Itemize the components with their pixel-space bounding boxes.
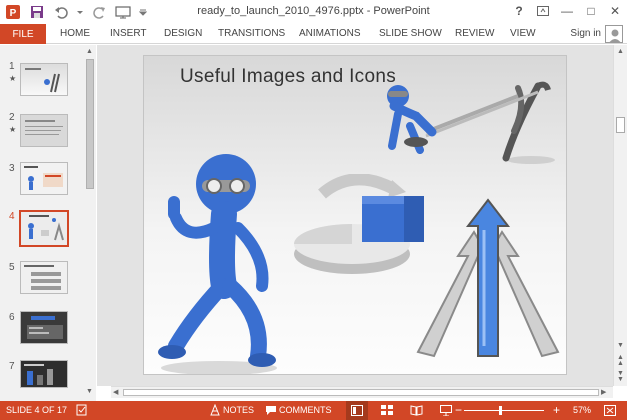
- minimize-button[interactable]: —: [555, 0, 579, 22]
- notes-icon[interactable]: [210, 404, 220, 416]
- zoom-level[interactable]: 57%: [573, 405, 591, 415]
- slide-title[interactable]: Useful Images and Icons: [180, 66, 396, 88]
- tab-file[interactable]: FILE: [0, 24, 46, 44]
- thumbnail-number: 6: [9, 312, 15, 323]
- tab-view[interactable]: VIEW: [510, 28, 536, 39]
- spelling-check-icon[interactable]: [76, 404, 88, 416]
- scroll-up-icon[interactable]: ▲: [617, 48, 624, 55]
- slide-thumbnail-3[interactable]: [20, 162, 68, 195]
- next-slide-icon[interactable]: ▼ ▼: [617, 370, 624, 383]
- animation-star-icon: ★: [9, 125, 17, 134]
- slide-thumbnail-4-selected[interactable]: [19, 210, 69, 247]
- thumbnail-number: 5: [9, 262, 15, 273]
- title-bar: P ready_to_launch_2010_4976.pptx - Power…: [0, 0, 627, 24]
- slide-thumbnail-1[interactable]: [20, 63, 68, 96]
- zoom-in-button[interactable]: +: [553, 403, 560, 417]
- slingshot-figure-icon[interactable]: [376, 76, 556, 166]
- slide-show-view-icon[interactable]: [440, 405, 452, 416]
- scroll-right-icon[interactable]: ▶: [601, 388, 606, 396]
- slide-editing-area: Useful Images and Icons: [97, 45, 613, 386]
- tab-insert[interactable]: INSERT: [110, 28, 147, 39]
- current-slide[interactable]: Useful Images and Icons: [143, 55, 567, 375]
- status-bar: SLIDE 4 OF 17 NOTES COMMENTS − + 57%: [0, 401, 627, 420]
- thumbnail-number: 2: [9, 112, 15, 123]
- thumbnail-number: 1: [9, 61, 15, 72]
- slide-thumbnail-2[interactable]: [20, 114, 68, 147]
- tab-animations[interactable]: ANIMATIONS: [299, 28, 360, 39]
- normal-view-icon: [351, 405, 363, 416]
- fit-slide-to-window-icon[interactable]: [604, 405, 616, 416]
- thumbnails-scroll-thumb[interactable]: [86, 59, 94, 189]
- slide-scroll-thumb[interactable]: [616, 117, 625, 133]
- restore-button[interactable]: □: [579, 0, 603, 22]
- help-button[interactable]: ?: [507, 0, 531, 22]
- slide-thumbnail-5[interactable]: [20, 261, 68, 294]
- notes-button[interactable]: NOTES: [223, 405, 254, 415]
- tab-design[interactable]: DESIGN: [164, 28, 202, 39]
- ribbon-tabs: FILE HOME INSERT DESIGN TRANSITIONS ANIM…: [0, 24, 627, 44]
- normal-view-button[interactable]: [346, 401, 368, 420]
- thumbs-up-figure-icon[interactable]: [154, 146, 284, 375]
- scroll-down-icon[interactable]: ▼: [86, 388, 93, 395]
- slide-counter: SLIDE 4 OF 17: [6, 405, 68, 415]
- tab-slide-show[interactable]: SLIDE SHOW: [379, 28, 442, 39]
- previous-slide-icon[interactable]: ▲ ▲: [617, 354, 624, 367]
- slide-thumbnail-7[interactable]: [20, 360, 68, 388]
- slide-sorter-icon[interactable]: [381, 405, 393, 416]
- tab-transitions[interactable]: TRANSITIONS: [218, 28, 285, 39]
- comments-icon[interactable]: [265, 404, 277, 416]
- reading-view-icon[interactable]: [410, 405, 423, 416]
- sign-in-link[interactable]: Sign in: [570, 28, 601, 39]
- scroll-left-icon[interactable]: ◀: [113, 388, 118, 396]
- zoom-slider-thumb[interactable]: [499, 406, 502, 415]
- comments-button[interactable]: COMMENTS: [279, 405, 332, 415]
- slide-vertical-scrollbar[interactable]: ▲ ▼ ▲ ▲ ▼ ▼: [613, 45, 627, 386]
- scroll-up-icon[interactable]: ▲: [86, 48, 93, 55]
- close-button[interactable]: ✕: [603, 0, 627, 22]
- zoom-slider-track[interactable]: [464, 410, 544, 411]
- slide-horizontal-scrollbar[interactable]: ◀ ▶: [111, 386, 613, 398]
- user-avatar-icon[interactable]: [605, 25, 623, 43]
- tab-home[interactable]: HOME: [60, 28, 90, 39]
- tab-review[interactable]: REVIEW: [455, 28, 494, 39]
- horizontal-scroll-thumb[interactable]: [123, 389, 599, 396]
- slide-thumbnails-pane: 1 ★ 2 ★ 3 4 5 6 7 ▲ ▼: [0, 45, 96, 401]
- thumbnail-number: 3: [9, 163, 15, 174]
- window-controls: ? — □ ✕: [507, 0, 627, 22]
- slide-thumbnail-6[interactable]: [20, 311, 68, 344]
- growth-arrows-icon[interactable]: [408, 196, 567, 366]
- zoom-out-button[interactable]: −: [455, 403, 462, 417]
- thumbnail-number: 4: [9, 211, 15, 222]
- thumbnails-scrollbar[interactable]: ▲ ▼: [84, 45, 96, 401]
- scroll-down-icon[interactable]: ▼: [617, 342, 624, 349]
- animation-star-icon: ★: [9, 74, 17, 83]
- ribbon-display-options-icon[interactable]: [531, 0, 555, 22]
- thumbnail-number: 7: [9, 361, 15, 372]
